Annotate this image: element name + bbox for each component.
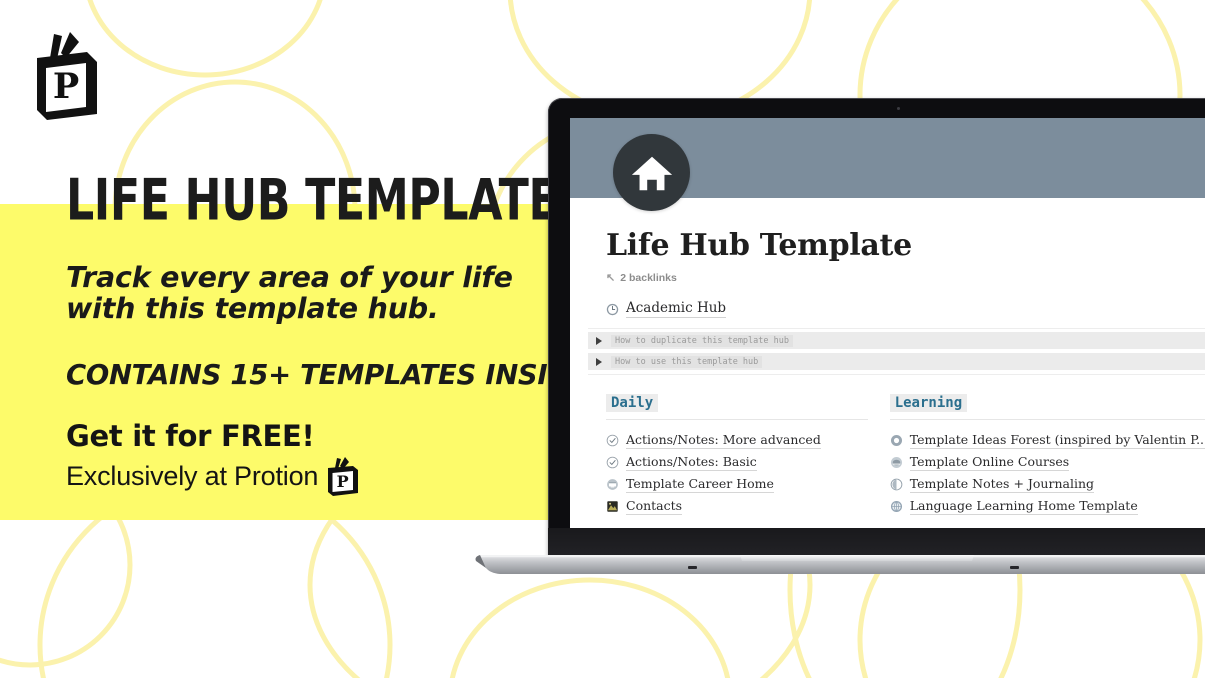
laptop-lid: Life Hub Template ↗ 2 backlinks Academic… — [548, 98, 1205, 560]
poster-canvas: P LIFE HUB TEMPLATE Track every area of … — [0, 0, 1205, 678]
ring-icon — [890, 434, 902, 446]
list-item[interactable]: Template Online Courses — [890, 451, 1205, 473]
list-item-label: Actions/Notes: More advanced — [626, 431, 821, 449]
list-item-label: Template Career Home — [626, 475, 774, 493]
list-item-label: Language Learning Home Template — [909, 497, 1138, 515]
globe-icon — [890, 500, 902, 512]
check-circle-icon — [606, 456, 619, 468]
toggle-label: How to use this template hub — [611, 355, 763, 368]
laptop-base — [474, 553, 1205, 579]
divider — [588, 374, 1205, 375]
list-item-label: Contacts — [626, 497, 683, 515]
list-item-label: Actions/Notes: Basic — [626, 453, 757, 471]
svg-text:P: P — [53, 66, 79, 107]
list-item-label: Template Ideas Forest (inspired by Valen… — [909, 432, 1205, 449]
cta-secondary-label: Exclusively at Protion — [66, 460, 319, 491]
moon-icon — [890, 478, 903, 490]
protion-logo-small-icon: P — [326, 456, 360, 496]
filled-oval-icon — [890, 456, 902, 468]
list-item-label: Template Notes + Journaling — [909, 475, 1094, 493]
laptop-screen: Life Hub Template ↗ 2 backlinks Academic… — [570, 118, 1205, 528]
triangle-right-icon[interactable] — [596, 357, 602, 366]
list-item[interactable]: Actions/Notes: More advanced — [606, 429, 868, 451]
toggle-duplicate-hub[interactable]: How to duplicate this template hub — [588, 332, 1205, 349]
backlinks-label: 2 backlinks — [620, 272, 677, 284]
monitor-icon — [607, 478, 618, 490]
list-item-label: Template Online Courses — [909, 453, 1070, 471]
column-daily: Daily Actions/Notes: More advanced Actio… — [606, 394, 890, 517]
notion-page-body: Life Hub Template ↗ 2 backlinks Academic… — [570, 198, 1205, 528]
list-item[interactable]: Template Ideas Forest (inspired by Valen… — [890, 429, 1205, 451]
check-circle-icon — [606, 434, 619, 446]
notion-page-title: Life Hub Template — [606, 228, 912, 263]
column-heading-learning: Learning — [889, 394, 968, 412]
arrow-backlink-icon: ↗ — [606, 271, 616, 284]
toggle-use-hub[interactable]: How to use this template hub — [588, 353, 1205, 370]
list-item[interactable]: Contacts — [606, 495, 868, 517]
toggle-label: How to duplicate this template hub — [611, 334, 793, 347]
divider — [889, 419, 1205, 420]
column-learning: Learning Template Ideas Forest (inspired… — [889, 394, 1205, 517]
webcam-icon — [896, 107, 900, 110]
page-link-academic-hub[interactable]: Academic Hub — [606, 300, 727, 318]
notion-columns: Daily Actions/Notes: More advanced Actio… — [606, 394, 1205, 517]
list-item[interactable]: Actions/Notes: Basic — [606, 451, 868, 473]
list-item[interactable]: Language Learning Home Template — [890, 495, 1205, 517]
divider — [588, 328, 1205, 329]
laptop-mockup: Life Hub Template ↗ 2 backlinks Academic… — [474, 98, 1205, 578]
clock-icon — [606, 303, 619, 315]
protion-logo-icon: P — [32, 28, 102, 120]
svg-text:P: P — [337, 472, 349, 491]
divider — [606, 419, 868, 420]
list-item[interactable]: Template Career Home — [606, 473, 868, 495]
list-item[interactable]: Template Notes + Journaling — [890, 473, 1205, 495]
cta-secondary-text: Exclusively at Protion P — [66, 456, 360, 496]
triangle-right-icon[interactable] — [596, 336, 602, 345]
backlinks-indicator[interactable]: ↗ 2 backlinks — [606, 271, 677, 285]
column-heading-daily: Daily — [606, 394, 659, 412]
photo-icon — [607, 500, 618, 512]
cta-primary-text: Get it for FREE! — [66, 419, 315, 453]
academic-hub-label: Academic Hub — [626, 300, 727, 318]
toggle-list: How to duplicate this template hub How t… — [588, 328, 1205, 378]
